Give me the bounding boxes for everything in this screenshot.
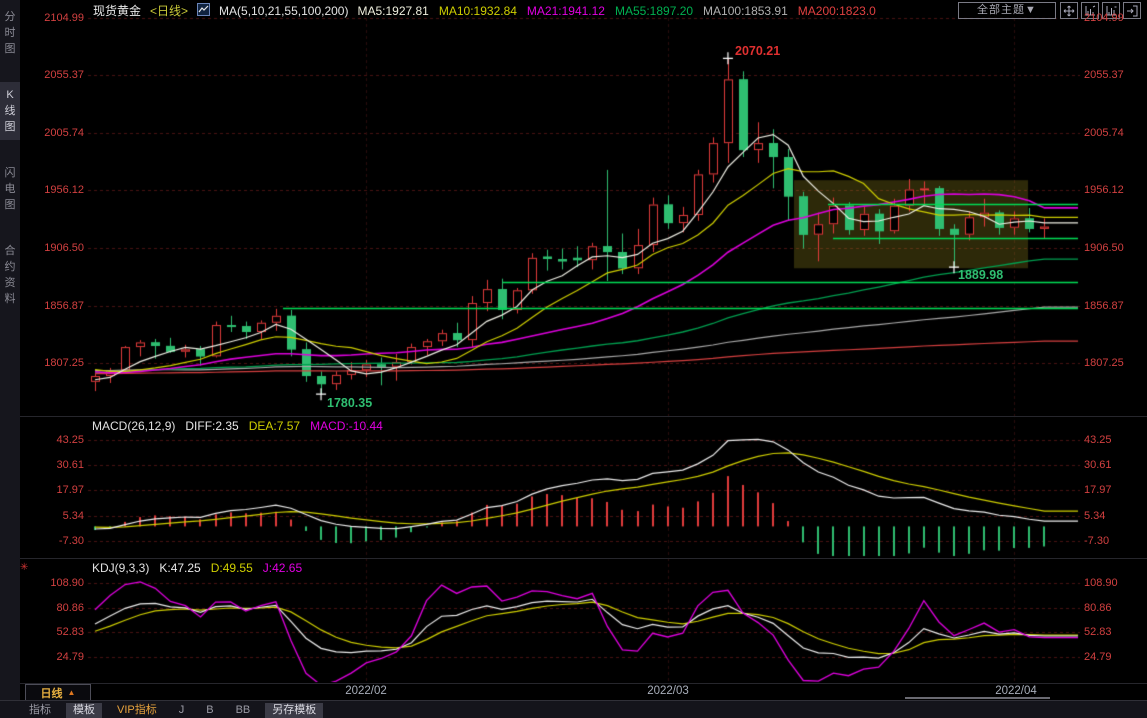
- macd-axis-label: 30.61: [56, 459, 84, 471]
- macd-hist-value: MACD:-10.44: [310, 419, 383, 433]
- ma-group-label: MA(5,10,21,55,100,200): [219, 3, 349, 18]
- price-axis-label: 1807.25: [44, 357, 84, 369]
- scroll-indicator[interactable]: [905, 697, 1050, 699]
- tab-template[interactable]: 模板: [66, 702, 102, 718]
- macd-axis-label: 30.61: [1084, 459, 1112, 471]
- pan-icon: [1063, 5, 1075, 16]
- price-axis-label: 1856.87: [44, 300, 84, 312]
- tab-indicator[interactable]: 指标: [22, 703, 58, 718]
- price-axis-label: 1856.87: [1084, 300, 1124, 312]
- panel-divider: [20, 683, 1147, 684]
- macd-panel-header: MACD(26,12,9) DIFF:2.35 DEA:7.57 MACD:-1…: [92, 419, 383, 433]
- tab-b[interactable]: B: [199, 703, 220, 718]
- macd-axis-label: 17.97: [56, 484, 84, 496]
- macd-axis-label: 5.34: [1084, 510, 1106, 522]
- macd-axis-label: 17.97: [1084, 484, 1112, 496]
- period-label: 日线: [40, 687, 63, 700]
- ma-value: MA5:1927.81: [357, 3, 429, 18]
- macd-axis-label: 5.34: [62, 510, 84, 522]
- toolbar-tabs: 指标 模板 VIP指标 J B BB 另存模板: [22, 702, 324, 718]
- macd-diff-value: DIFF:2.35: [185, 419, 239, 433]
- kdj-panel-header: KDJ(9,3,3) K:47.25 D:49.55 J:42.65: [92, 561, 302, 575]
- kdj-j-value: J:42.65: [262, 561, 303, 575]
- price-axis-label: 1906.50: [44, 242, 84, 254]
- kdj-axis-label: 52.83: [1084, 626, 1112, 638]
- kdj-axis-label: 108.90: [50, 577, 84, 589]
- kdj-axis-label: 52.83: [56, 626, 84, 638]
- ma-value: MA10:1932.84: [438, 3, 517, 18]
- kdj-axis-label: 108.90: [1084, 577, 1118, 589]
- low-price-annotation: 1780.35: [327, 396, 373, 410]
- ma-value: MA21:1941.12: [526, 3, 605, 18]
- chart-header: 现货黄金 <日线> MA(5,10,21,55,100,200) MA5:192…: [93, 2, 876, 19]
- kdj-d-value: D:49.55: [210, 561, 253, 575]
- sidebar-item-kline-chart[interactable]: K 线 图: [0, 82, 20, 140]
- macd-dea-value: DEA:7.57: [248, 419, 301, 433]
- price-axis-label: 2005.74: [1084, 127, 1124, 139]
- support-price-annotation: 1889.98: [958, 268, 1004, 282]
- price-axis-label: 1807.25: [1084, 357, 1124, 369]
- ma-value: MA100:1853.91: [703, 3, 788, 18]
- candlestick-chart-canvas[interactable]: [0, 0, 1147, 718]
- tab-vip-indicator[interactable]: VIP指标: [110, 703, 164, 718]
- kdj-axis-label: 80.86: [56, 602, 84, 614]
- kdj-k-value: K:47.25: [159, 561, 201, 575]
- bottom-toolbar: 指标 模板 VIP指标 J B BB 另存模板: [0, 700, 1147, 718]
- theme-dropdown[interactable]: 全部主题▼: [958, 2, 1056, 19]
- macd-axis-label: 43.25: [1084, 434, 1112, 446]
- price-axis-label: 2104.99: [44, 12, 84, 24]
- tab-save-template[interactable]: 另存模板: [265, 702, 324, 718]
- price-axis-label: 2055.37: [1084, 69, 1124, 81]
- sidebar-item-time-chart[interactable]: 分 时 图: [0, 4, 20, 62]
- sidebar-item-contract-info[interactable]: 合 约 资 料: [0, 238, 20, 312]
- price-axis-label: 1956.12: [1084, 184, 1124, 196]
- x-axis-label: 2022/03: [647, 685, 689, 697]
- ma-value: MA200:1823.0: [797, 3, 876, 18]
- kdj-axis-label: 80.86: [1084, 602, 1112, 614]
- symbol-name: 现货黄金: [93, 4, 142, 18]
- macd-axis-label: -7.30: [1084, 535, 1110, 547]
- high-price-annotation: 2070.21: [735, 44, 781, 58]
- price-axis-label: 1956.12: [44, 184, 84, 196]
- period-indicator: <日线>: [150, 4, 189, 18]
- triangle-up-icon: ▲: [67, 688, 76, 697]
- panel-divider: [20, 558, 1147, 559]
- period-selector-button[interactable]: 日线 ▲: [25, 684, 91, 701]
- x-axis-label: 2022/04: [995, 685, 1037, 697]
- kdj-axis-label: 24.79: [56, 651, 84, 663]
- tab-bb[interactable]: BB: [229, 703, 258, 718]
- price-axis-label: 2104.99: [1084, 12, 1124, 24]
- tab-j[interactable]: J: [172, 703, 192, 718]
- x-axis-label: 2022/02: [345, 685, 387, 697]
- panel-divider: [20, 416, 1147, 417]
- alert-icon: ✳: [20, 562, 29, 573]
- sidebar: 分 时 图 K 线 图闪 电 图合 约 资 料: [0, 0, 20, 718]
- price-axis-label: 2005.74: [44, 127, 84, 139]
- chart-icon: [197, 2, 211, 19]
- macd-axis-label: -7.30: [58, 535, 84, 547]
- kdj-axis-label: 24.79: [1084, 651, 1112, 663]
- price-axis-label: 2055.37: [44, 69, 84, 81]
- macd-axis-label: 43.25: [56, 434, 84, 446]
- macd-title: MACD(26,12,9): [92, 419, 176, 433]
- ma-values: MA5:1927.81 MA10:1932.84 MA21:1941.12 MA55:…: [357, 4, 875, 18]
- kdj-title: KDJ(9,3,3): [92, 561, 150, 575]
- sidebar-item-flash-chart[interactable]: 闪 电 图: [0, 160, 20, 218]
- ma-value: MA55:1897.20: [614, 3, 694, 18]
- price-axis-label: 1906.50: [1084, 242, 1124, 254]
- pan-tool-button[interactable]: [1060, 2, 1078, 19]
